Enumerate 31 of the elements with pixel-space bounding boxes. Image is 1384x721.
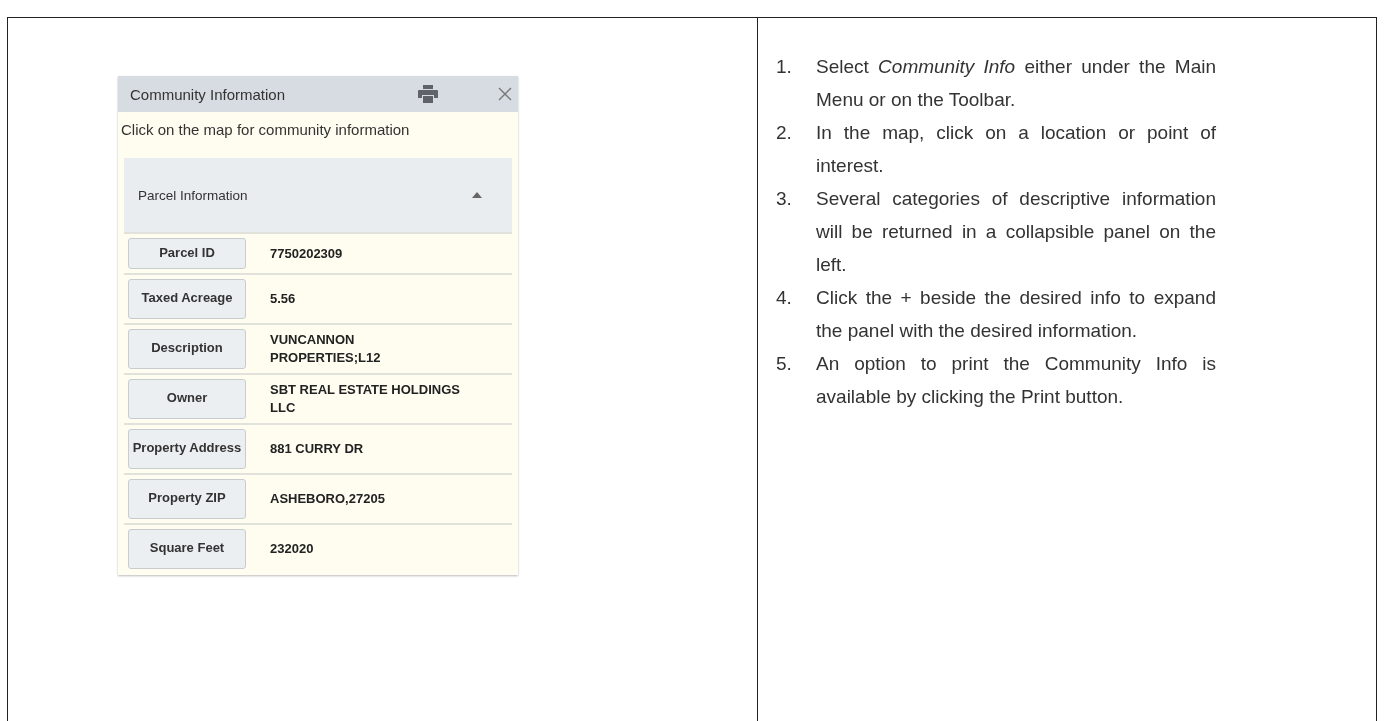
caret-icon[interactable] bbox=[472, 192, 482, 198]
step-text: Several categories of descriptive information will be returned in a collapsible panel on the left. bbox=[816, 187, 1216, 277]
step-text: In the map, click on a location or point of interest. bbox=[816, 121, 1216, 178]
field-label-button[interactable]: Property Address bbox=[128, 428, 246, 469]
step-number: 2. bbox=[776, 121, 793, 145]
panel-title: Community Information bbox=[130, 85, 287, 103]
step-text: An option to print the Community Info is available by clicking the Print button. bbox=[816, 352, 1216, 409]
field-value: 7750202309 bbox=[269, 244, 344, 263]
close-icon[interactable] bbox=[498, 87, 512, 101]
step-number: 1. bbox=[776, 55, 793, 79]
hint-text: Click on the map for community information bbox=[120, 120, 411, 140]
step-number: 4. bbox=[776, 286, 793, 310]
field-value: 5.56 bbox=[269, 290, 297, 308]
field-value: 232020 bbox=[269, 540, 315, 558]
step-number: 3. bbox=[776, 187, 793, 211]
print-icon[interactable] bbox=[418, 85, 438, 103]
field-label-button[interactable]: Square Feet bbox=[128, 528, 246, 569]
field-label-button[interactable]: Parcel ID bbox=[128, 238, 246, 269]
field-label-button[interactable]: Property ZIP bbox=[128, 478, 246, 519]
step-text: Click the + beside the desired info to expand the panel with the desired information. bbox=[816, 286, 1216, 343]
step-number: 5. bbox=[776, 352, 793, 376]
section-header[interactable]: Parcel Information bbox=[124, 158, 512, 232]
field-value: SBT REAL ESTATE HOLDINGS LLC bbox=[269, 381, 461, 417]
field-label-button[interactable]: Description bbox=[128, 328, 246, 369]
field-value: 881 CURRY DR bbox=[269, 440, 365, 458]
section-title: Parcel Information bbox=[138, 187, 248, 203]
field-value: VUNCANNON PROPERTIES;L12 bbox=[269, 331, 382, 367]
step-text: Select Community Info either under the Main Menu or on the Toolbar. bbox=[816, 55, 1216, 112]
field-label-button[interactable]: Taxed Acreage bbox=[128, 278, 246, 319]
field-label-button[interactable]: Owner bbox=[128, 378, 246, 419]
field-value: ASHEBORO,27205 bbox=[269, 490, 386, 508]
